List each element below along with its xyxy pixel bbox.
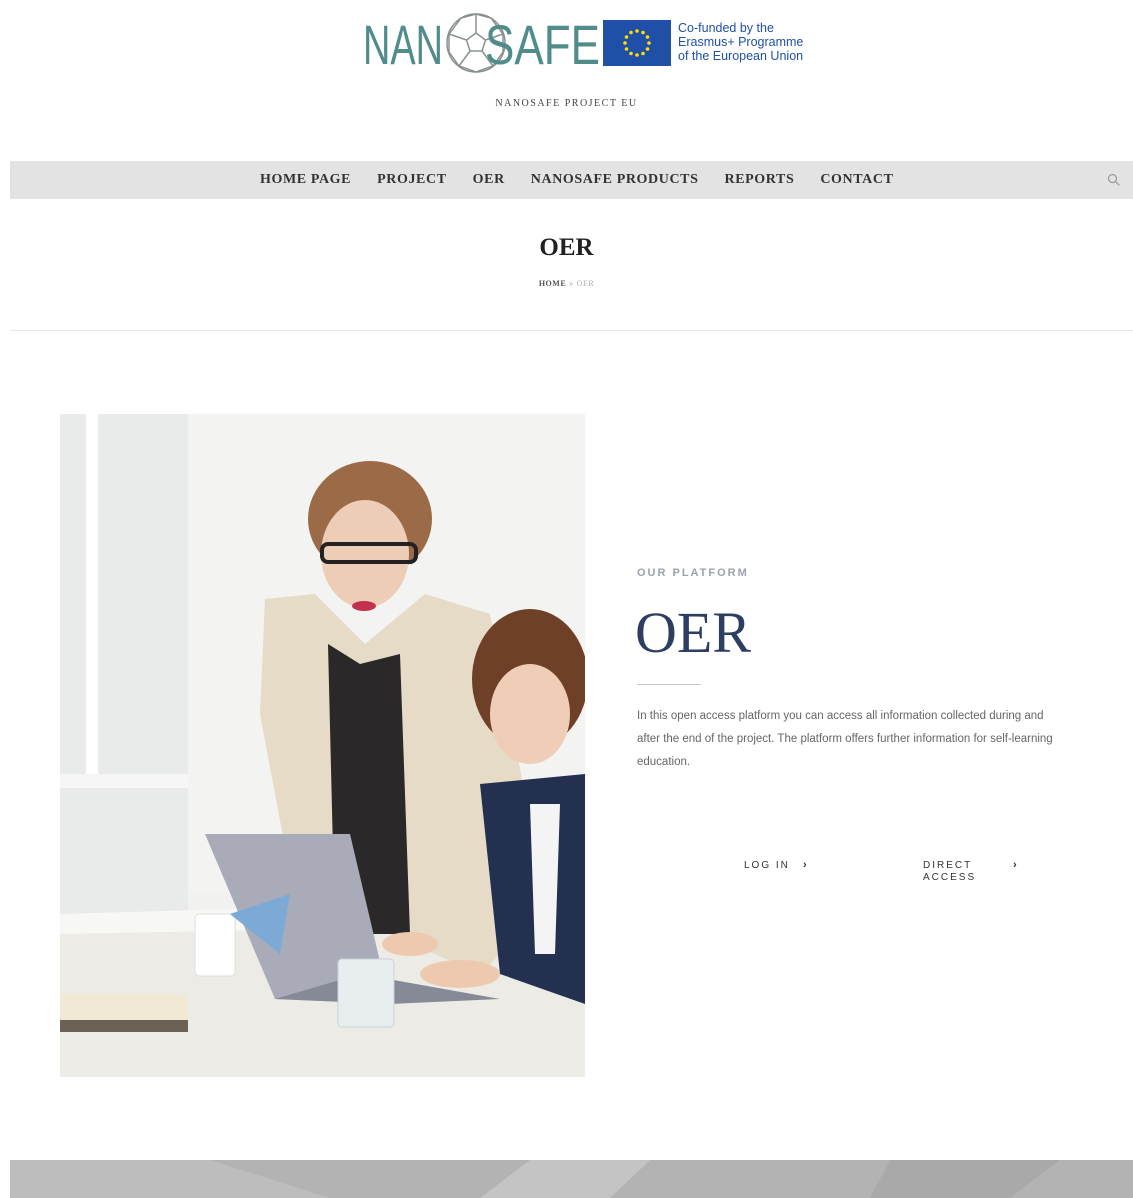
site-logo[interactable]: NAN SAFE Co-funded by the Erasmus+ Progr… — [363, 10, 823, 74]
chevron-right-icon[interactable]: › — [803, 859, 807, 871]
section-eyebrow: OUR PLATFORM — [637, 567, 749, 579]
nanosafe-logo-wordmark: NAN SAFE — [363, 13, 600, 74]
eu-funding-caption: Co-funded by the Erasmus+ Programme of t… — [678, 21, 804, 63]
section-title: OER — [635, 600, 751, 665]
nav-item-oer[interactable]: OER — [473, 172, 505, 188]
section-description: In this open access platform you can acc… — [637, 710, 1053, 768]
title-underline — [637, 684, 701, 685]
direct-access-label-line2: ACCESS — [923, 872, 977, 883]
main-navigation: HOME PAGE PROJECT OER NANOSAFE PRODUCTS … — [10, 161, 1133, 199]
breadcrumb-home-link[interactable]: HOME — [539, 279, 566, 288]
log-in-button[interactable]: LOG IN — [744, 860, 790, 871]
svg-text:SAFE: SAFE — [485, 13, 600, 74]
breadcrumb: HOME» OER — [0, 279, 1133, 288]
chevron-right-icon[interactable]: › — [1013, 859, 1017, 871]
nav-item-reports[interactable]: REPORTS — [725, 172, 795, 188]
breadcrumb-current: OER — [576, 279, 595, 288]
site-name: NANOSAFE PROJECT EU — [495, 98, 638, 109]
direct-access-label-line1: DIRECT — [923, 860, 973, 871]
header-divider — [10, 330, 1133, 331]
nav-item-nanosafe-products[interactable]: NANOSAFE PRODUCTS — [531, 172, 699, 188]
nav-item-project[interactable]: PROJECT — [377, 172, 447, 188]
svg-text:NAN: NAN — [363, 13, 443, 74]
direct-access-button[interactable]: DIRECT ACCESS — [923, 860, 976, 884]
page-title: OER — [539, 234, 594, 261]
log-in-label: LOG IN — [744, 860, 790, 871]
nav-item-home-page[interactable]: HOME PAGE — [260, 172, 351, 188]
footer-banner — [10, 1160, 1133, 1198]
eu-flag-icon — [603, 20, 671, 66]
breadcrumb-separator: » — [569, 279, 574, 288]
hero-photo — [60, 414, 585, 1077]
nav-item-contact[interactable]: CONTACT — [820, 172, 893, 188]
search-icon[interactable] — [1107, 173, 1121, 187]
